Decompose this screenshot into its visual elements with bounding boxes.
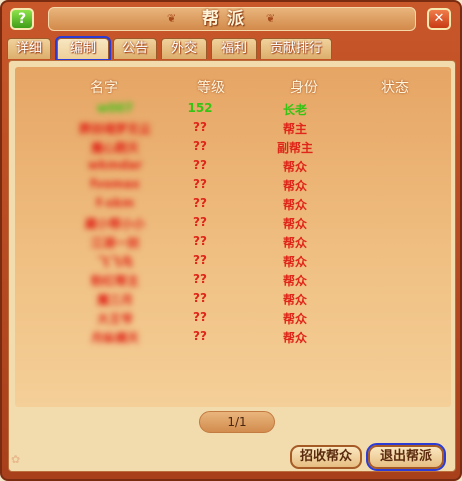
corner-ornament-icon: ✿: [11, 453, 21, 466]
member-level: ??: [193, 158, 207, 172]
question-icon: ?: [17, 11, 27, 27]
tab-welfare[interactable]: 福利: [211, 38, 257, 59]
member-level: ??: [193, 177, 207, 191]
guild-window: ? ❦ 帮派 ❦ ✕ 详细 编制 公告 外交 福利 贡献排行 名字 等级 身份 …: [0, 0, 462, 481]
member-row[interactable]: 江湖一剑?? 帮众: [15, 234, 451, 253]
member-level: 152: [187, 101, 213, 115]
member-name: 魔三月: [96, 293, 133, 307]
member-name: 葬剑魂梦无尘: [78, 122, 151, 136]
member-row[interactable]: 葬剑魂梦无尘?? 帮主: [15, 120, 451, 139]
tab-diplomacy[interactable]: 外交: [161, 38, 207, 59]
member-role: 帮众: [282, 217, 307, 231]
member-role: 帮众: [282, 179, 307, 193]
window-title: 帮派: [202, 9, 252, 29]
member-role: 副帮主: [276, 141, 313, 155]
close-button[interactable]: ✕: [427, 8, 451, 30]
page-indicator: 1/1: [199, 411, 275, 433]
member-name: w007: [96, 101, 134, 115]
title-bar: ? ❦ 帮派 ❦ ✕: [2, 2, 460, 36]
member-list: 名字 等级 身份 状态 w007 152 长老葬剑魂梦无尘?? 帮主魔心戮天?? 副帮主…: [15, 67, 451, 407]
member-level: ??: [193, 196, 207, 210]
tab-roster[interactable]: 编制: [55, 36, 111, 61]
member-name: 粉红帮主: [90, 274, 139, 288]
member-name: 魔心戮天: [90, 141, 139, 155]
tab-details[interactable]: 详细: [7, 38, 51, 59]
member-row[interactable]: 月纵横天?? 帮众: [15, 329, 451, 348]
column-header-level: 等级: [197, 80, 225, 96]
member-level: ??: [193, 329, 207, 343]
column-header-role: 身份: [290, 80, 318, 96]
member-level: ??: [193, 139, 207, 153]
member-level: ??: [193, 215, 207, 229]
member-role: 帮众: [282, 312, 307, 326]
member-level: ??: [193, 120, 207, 134]
member-row[interactable]: 藏小帮小小?? 帮众: [15, 215, 451, 234]
member-name: fvomax: [90, 177, 140, 191]
tab-notice[interactable]: 公告: [113, 38, 157, 59]
member-role: 帮众: [282, 331, 307, 345]
member-name: 月纵横天: [90, 331, 139, 345]
member-row[interactable]: 魔心戮天?? 副帮主: [15, 139, 451, 158]
member-row[interactable]: 魔三月?? 帮众: [15, 291, 451, 310]
member-row[interactable]: wkmdar?? 帮众: [15, 158, 451, 177]
member-row[interactable]: 大王爷?? 帮众: [15, 310, 451, 329]
member-name: 江湖一剑: [90, 236, 139, 250]
recruit-button[interactable]: 招收帮众: [290, 445, 362, 469]
member-row[interactable]: w007 152 长老: [15, 101, 451, 120]
member-level: ??: [193, 234, 207, 248]
member-row[interactable]: 粉红帮主?? 帮众: [15, 272, 451, 291]
member-row[interactable]: fvomax?? 帮众: [15, 177, 451, 196]
ornament-right-icon: ❦: [266, 12, 276, 25]
member-name: 飞飞鸟: [96, 255, 133, 269]
member-role: 长老: [282, 103, 307, 117]
member-name: f-xkm: [95, 196, 135, 210]
member-name: wkmdar: [87, 158, 143, 172]
content-panel: 名字 等级 身份 状态 w007 152 长老葬剑魂梦无尘?? 帮主魔心戮天?? 副帮主…: [8, 60, 456, 472]
member-role: 帮众: [282, 293, 307, 307]
ornament-left-icon: ❦: [167, 12, 177, 25]
column-header-name: 名字: [90, 80, 118, 96]
member-level: ??: [193, 310, 207, 324]
leave-guild-button[interactable]: 退出帮派: [366, 443, 446, 471]
tab-contribution-rank[interactable]: 贡献排行: [260, 38, 332, 59]
member-role: 帮众: [282, 274, 307, 288]
member-role: 帮众: [282, 160, 307, 174]
help-button[interactable]: ?: [10, 8, 34, 30]
member-name: 藏小帮小小: [84, 217, 145, 231]
member-role: 帮主: [282, 122, 307, 136]
member-level: ??: [193, 291, 207, 305]
close-icon: ✕: [433, 11, 445, 26]
member-name: 大王爷: [96, 312, 133, 326]
member-level: ??: [193, 253, 207, 267]
member-role: 帮众: [282, 255, 307, 269]
member-level: ??: [193, 272, 207, 286]
member-row[interactable]: 飞飞鸟?? 帮众: [15, 253, 451, 272]
member-role: 帮众: [282, 236, 307, 250]
column-header-status: 状态: [381, 80, 409, 96]
member-row[interactable]: f-xkm?? 帮众: [15, 196, 451, 215]
member-role: 帮众: [282, 198, 307, 212]
